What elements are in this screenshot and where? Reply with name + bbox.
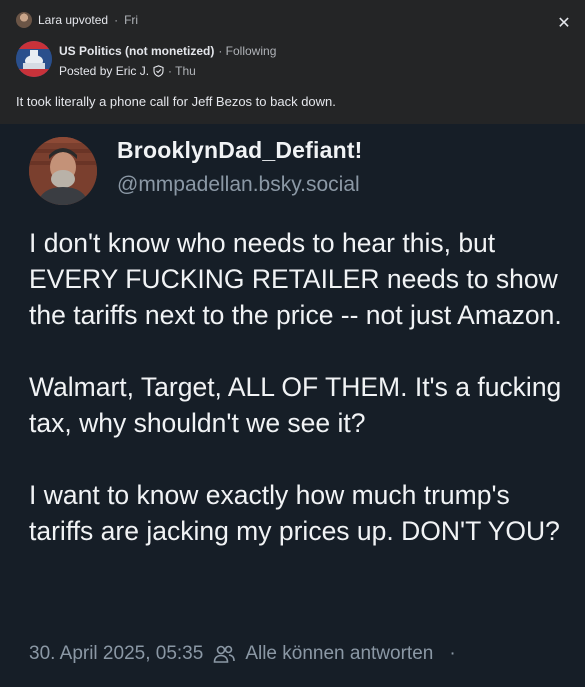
group-avatar[interactable]	[16, 41, 52, 77]
posted-by[interactable]: Posted by Eric J.	[59, 64, 149, 78]
upvote-user[interactable]: Lara upvoted	[38, 13, 108, 27]
post-meta: 30. April 2025, 05:35 Alle können antwor…	[29, 643, 456, 665]
upvoter-avatar[interactable]	[16, 12, 32, 28]
group-name-row: US Politics (not monetized) · Following	[59, 44, 276, 58]
post-paragraph: I don't know who needs to hear this, but…	[29, 228, 562, 330]
author-handle: @mmpadellan.bsky.social	[117, 173, 360, 196]
people-icon	[213, 643, 236, 665]
separator-dot: ·	[114, 13, 119, 27]
author-avatar	[29, 137, 97, 205]
post-paragraph: I want to know exactly how much trump's …	[29, 480, 560, 546]
shield-icon	[153, 65, 164, 77]
embedded-post-body: I don't know who needs to hear this, but…	[29, 225, 569, 585]
post-text: It took literally a phone call for Jeff …	[16, 94, 336, 109]
post-paragraph: Walmart, Target, ALL OF THEM. It's a fuc…	[29, 372, 562, 438]
author-display-name: BrooklynDad_Defiant!	[117, 137, 363, 163]
posted-time: · Thu	[168, 64, 196, 78]
close-icon[interactable]: ✕	[553, 12, 575, 34]
following-status[interactable]: · Following	[218, 44, 276, 58]
posted-by-row: Posted by Eric J. · Thu	[59, 64, 196, 78]
post-timestamp: 30. April 2025, 05:35	[29, 643, 204, 664]
upvote-time: Fri	[124, 13, 139, 27]
upvote-notice: Lara upvoted · Fri	[16, 12, 138, 28]
reply-setting: Alle können antworten	[245, 643, 434, 664]
group-name[interactable]: US Politics (not monetized)	[59, 44, 214, 58]
separator-dot: ·	[449, 643, 456, 664]
post-header: Lara upvoted · Fri ✕ US Politics (not mo…	[0, 0, 585, 124]
